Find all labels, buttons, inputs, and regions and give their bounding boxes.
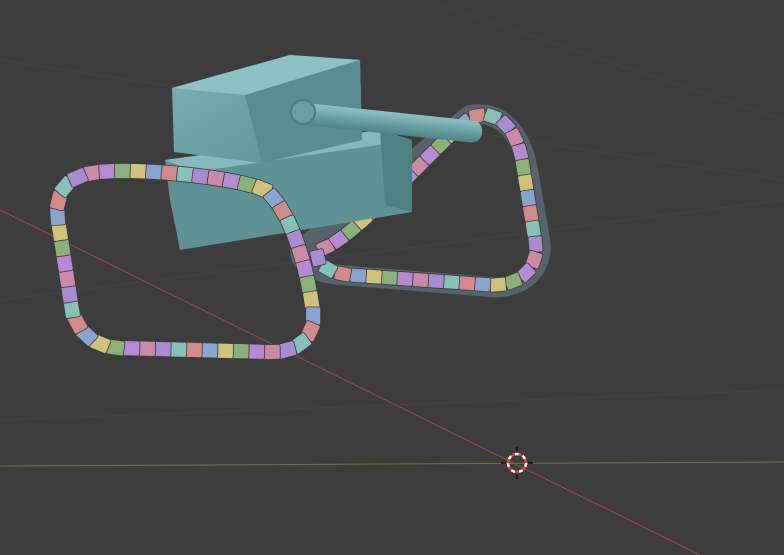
track-segment — [365, 268, 383, 285]
track-segment — [380, 269, 399, 286]
track-segment — [524, 219, 542, 238]
track-segment — [514, 158, 532, 177]
track-segment — [458, 275, 476, 292]
track-segment — [411, 272, 430, 288]
track-segment — [489, 276, 507, 293]
y-axis-line — [0, 461, 784, 467]
viewport-canvas[interactable] — [0, 0, 784, 555]
track-segment — [427, 273, 445, 289]
track-segment — [349, 267, 367, 284]
track-segment — [473, 276, 492, 293]
track-segment — [396, 271, 414, 287]
3d-viewport[interactable] — [0, 0, 784, 555]
track-segment — [517, 173, 534, 192]
track-segment — [309, 248, 327, 268]
track-segment — [442, 274, 461, 290]
track-segment — [522, 204, 539, 223]
track-segment — [519, 188, 537, 208]
x-axis-line — [0, 209, 701, 555]
